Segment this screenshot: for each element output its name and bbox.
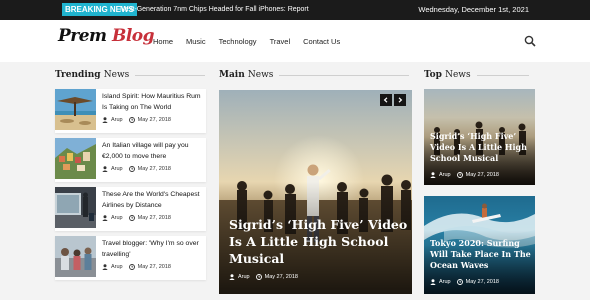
article-date: May 27, 2018: [137, 166, 171, 172]
article-author[interactable]: Arup: [238, 274, 250, 280]
article-author[interactable]: Arup: [439, 279, 451, 285]
top-news-heading: Top News: [424, 70, 535, 80]
trending-item[interactable]: Island Spirit: How Mauritius Rum Is Taki…: [55, 89, 206, 133]
article-title[interactable]: Island Spirit: How Mauritius Rum Is Taki…: [102, 92, 205, 113]
article-thumbnail[interactable]: [55, 138, 96, 179]
clock-icon: [128, 117, 135, 123]
article-meta: Arup May 27, 2018: [102, 264, 171, 270]
clock-icon: [255, 274, 262, 280]
article-title[interactable]: An Italian village will pay you €2,000 t…: [102, 141, 205, 162]
user-icon: [102, 215, 108, 221]
clock-icon: [128, 166, 135, 172]
nav-contact-us[interactable]: Contact Us: [303, 37, 340, 46]
article-title[interactable]: These Are the World's Cheapest Airlines …: [102, 190, 205, 211]
top-bar: BREAKING NEWS Next-Generation 7nm Chips …: [0, 0, 590, 20]
heading-rest: News: [445, 70, 471, 80]
user-icon: [229, 274, 235, 280]
article-meta: Arup May 27, 2018: [430, 279, 499, 285]
logo-text-blog: Blog: [111, 26, 155, 46]
nav-technology[interactable]: Technology: [219, 37, 257, 46]
trending-item[interactable]: These Are the World's Cheapest Airlines …: [55, 187, 206, 231]
article-title[interactable]: Tokyo 2020: Surfing Will Take Place In T…: [430, 238, 534, 271]
article-date: May 27, 2018: [465, 172, 499, 178]
top-news-card[interactable]: Tokyo 2020: Surfing Will Take Place In T…: [424, 196, 535, 294]
article-thumbnail[interactable]: [55, 187, 96, 228]
user-icon: [102, 264, 108, 270]
article-date: May 27, 2018: [264, 274, 298, 280]
article-date: May 27, 2018: [137, 117, 171, 123]
next-arrow-icon[interactable]: [394, 94, 406, 106]
article-meta: Arup May 27, 2018: [102, 215, 171, 221]
heading-divider: [135, 74, 206, 76]
site-header: Prem Blog Home Music Technology Travel C…: [0, 20, 590, 62]
article-date: May 27, 2018: [465, 279, 499, 285]
article-author[interactable]: Arup: [111, 264, 123, 270]
slider-controls: [380, 94, 406, 106]
main-story-title[interactable]: Sigrid’s ‘High Five’ Video Is A Little H…: [229, 216, 409, 267]
article-meta: Arup May 27, 2018: [229, 274, 298, 280]
article-meta: Arup May 27, 2018: [102, 166, 171, 172]
article-author[interactable]: Arup: [111, 215, 123, 221]
nav-travel[interactable]: Travel: [270, 37, 291, 46]
article-meta: Arup May 27, 2018: [430, 172, 499, 178]
article-author[interactable]: Arup: [111, 117, 123, 123]
article-date: May 27, 2018: [137, 215, 171, 221]
main-news-heading: Main News: [219, 70, 412, 80]
nav-music[interactable]: Music: [186, 37, 206, 46]
heading-bold: Top: [424, 70, 442, 80]
trending-news-heading: Trending News: [55, 70, 207, 80]
article-meta: Arup May 27, 2018: [102, 117, 171, 123]
trending-item[interactable]: An Italian village will pay you €2,000 t…: [55, 138, 206, 182]
user-icon: [430, 172, 436, 178]
user-icon: [102, 166, 108, 172]
clock-icon: [456, 172, 463, 178]
heading-rest: News: [103, 70, 130, 80]
article-date: May 27, 2018: [137, 264, 171, 270]
site-logo[interactable]: Prem Blog: [58, 26, 155, 46]
article-thumbnail[interactable]: [55, 89, 96, 130]
logo-text-prem: Prem: [58, 26, 107, 46]
prev-arrow-icon[interactable]: [380, 94, 392, 106]
current-date: Wednesday, December 1st, 2021: [418, 5, 529, 14]
heading-rest: News: [247, 70, 274, 80]
top-news-card[interactable]: Sigrid’s ‘High Five’ Video Is A Little H…: [424, 89, 535, 185]
heading-bold: Trending: [55, 70, 101, 80]
article-author[interactable]: Arup: [439, 172, 451, 178]
main-nav: Home Music Technology Travel Contact Us: [153, 20, 353, 62]
article-title[interactable]: Sigrid’s ‘High Five’ Video Is A Little H…: [430, 131, 534, 164]
clock-icon: [456, 279, 463, 285]
trending-item[interactable]: Travel blogger: 'Why I'm so over travell…: [55, 236, 206, 280]
main-story-card[interactable]: Sigrid’s ‘High Five’ Video Is A Little H…: [219, 90, 412, 294]
article-thumbnail[interactable]: [55, 236, 96, 277]
article-author[interactable]: Arup: [111, 166, 123, 172]
clock-icon: [128, 215, 135, 221]
user-icon: [430, 279, 436, 285]
heading-divider: [476, 74, 529, 76]
search-icon[interactable]: [524, 35, 536, 47]
article-title[interactable]: Travel blogger: 'Why I'm so over travell…: [102, 239, 205, 260]
breaking-news-headline[interactable]: Next-Generation 7nm Chips Headed for Fal…: [120, 0, 309, 20]
heading-bold: Main: [219, 70, 245, 80]
clock-icon: [128, 264, 135, 270]
user-icon: [102, 117, 108, 123]
nav-home[interactable]: Home: [153, 37, 173, 46]
heading-divider: [279, 74, 410, 76]
